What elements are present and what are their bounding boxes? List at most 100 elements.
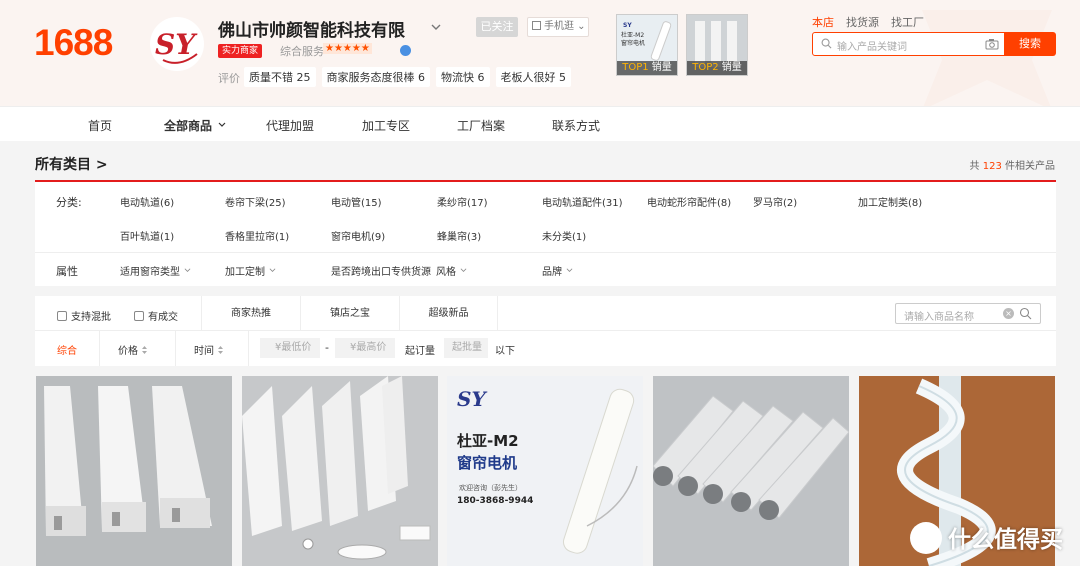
- divider: [35, 252, 1056, 253]
- search-scope-tabs: 本店 找货源 找工厂: [812, 14, 924, 30]
- chevron-down-icon[interactable]: [429, 20, 443, 34]
- ad-phone: 180-3868-9944: [457, 496, 533, 506]
- eval-chip: 老板人很好 5: [495, 67, 571, 87]
- site-logo[interactable]: 1688: [34, 22, 113, 64]
- watermark-icon: [910, 522, 942, 554]
- followed-button[interactable]: 已关注: [476, 17, 518, 37]
- top2-product-thumb[interactable]: TOP2 销量: [686, 14, 748, 76]
- min-price-input[interactable]: ¥最低价: [260, 338, 320, 358]
- mixed-batch-checkbox[interactable]: 支持混批: [57, 308, 111, 323]
- white-track-image: [36, 376, 232, 566]
- category-title[interactable]: 所有类目 >: [35, 154, 108, 174]
- verified-icon: [400, 45, 411, 56]
- moq-label: 起订量: [405, 346, 435, 357]
- mobile-browse-button[interactable]: 手机逛 ⌄: [527, 17, 589, 37]
- filter-category[interactable]: 电动轨道(6): [120, 194, 174, 209]
- attr-dropdown-style[interactable]: 风格: [436, 263, 467, 278]
- search-tab-sources[interactable]: 找货源: [846, 14, 879, 30]
- product-card[interactable]: SY 杜亚-M2 窗帘电机 欢迎咨询（彭先生） 180-3868-9944: [447, 376, 643, 566]
- nav-home[interactable]: 首页: [88, 117, 112, 134]
- nav-factory[interactable]: 工厂档案: [457, 117, 505, 134]
- nav-contact[interactable]: 联系方式: [552, 117, 600, 134]
- svg-text:窗帘电机: 窗帘电机: [621, 39, 645, 47]
- search-tab-this-shop[interactable]: 本店: [812, 14, 834, 30]
- attr-dropdown-custom[interactable]: 加工定制: [225, 263, 276, 278]
- filter-category[interactable]: 蜂巢帘(3): [437, 228, 481, 243]
- filter-category[interactable]: 百叶轨道(1): [120, 228, 174, 243]
- top1-product-thumb[interactable]: SY 杜亚-M2 窗帘电机 TOP1 销量: [616, 14, 678, 76]
- filter-category[interactable]: 柔纱帘(17): [437, 194, 488, 209]
- ad-logo: SY: [457, 387, 487, 411]
- chevron-down-icon: [269, 268, 276, 272]
- shop-logo[interactable]: SY: [149, 16, 205, 72]
- filter-category[interactable]: 电动轨道配件(31): [542, 194, 623, 209]
- aluminum-tubes-image: [653, 376, 849, 566]
- toolbar-row-sort: 综合 价格 时间 ¥最低价 - ¥最高价 起订量 起批量 以下: [35, 331, 1056, 366]
- filter-category[interactable]: 未分类(1): [542, 228, 586, 243]
- eval-chip: 商家服务态度很棒 6: [321, 67, 430, 87]
- sort-comprehensive[interactable]: 综合: [57, 342, 77, 357]
- top2-label: TOP2 销量: [687, 61, 747, 75]
- divider: [99, 331, 100, 366]
- tab-shop-treasure[interactable]: 镇店之宝: [300, 296, 399, 331]
- attr-dropdown-window-type[interactable]: 适用窗帘类型: [120, 263, 191, 278]
- filter-category[interactable]: 电动管(15): [331, 194, 382, 209]
- ad-title: 杜亚-M2: [457, 432, 519, 450]
- divider: [175, 331, 176, 366]
- attr-dropdown-cross-border[interactable]: 是否跨境出口专供货源: [331, 263, 431, 278]
- moq-input[interactable]: 起批量: [444, 338, 488, 358]
- product-count: 共 123 件相关产品: [969, 161, 1055, 172]
- sort-price[interactable]: 价格: [118, 342, 148, 357]
- search-icon: [821, 38, 832, 49]
- eval-chip: 物流快 6: [436, 67, 490, 87]
- shop-name[interactable]: 佛山市帅颜智能科技有限: [218, 16, 405, 41]
- filter-category[interactable]: 罗马帘(2): [753, 194, 797, 209]
- top1-label: TOP1 销量: [617, 61, 677, 75]
- toolbar-row-filters: 支持混批 有成交 商家热推 镇店之宝 超级新品 请输入商品名称 ×: [35, 296, 1056, 331]
- ad-subtitle: 窗帘电机: [457, 454, 517, 472]
- tab-super-new[interactable]: 超级新品: [399, 296, 498, 331]
- filter-category[interactable]: 卷帘下梁(25): [225, 194, 286, 209]
- sort-arrows-icon: [142, 346, 147, 354]
- below-label: 以下: [495, 346, 515, 357]
- sort-arrows-icon: [218, 346, 223, 354]
- evaluation-chips: 质量不错 25 商家服务态度很棒 6 物流快 6 老板人很好 5: [244, 67, 571, 87]
- qr-code-icon: [532, 21, 541, 30]
- filter-category[interactable]: 香格里拉帘(1): [225, 228, 289, 243]
- tab-merchant-hot[interactable]: 商家热推: [201, 296, 300, 331]
- filter-category[interactable]: 加工定制类(8): [858, 194, 922, 209]
- attr-dropdown-brand[interactable]: 品牌: [542, 263, 573, 278]
- max-price-input[interactable]: ¥最高价: [335, 338, 395, 358]
- ad-contact: 欢迎咨询（彭先生）: [459, 483, 522, 492]
- nav-processing[interactable]: 加工专区: [362, 117, 410, 134]
- product-card[interactable]: [36, 376, 232, 566]
- product-card[interactable]: [653, 376, 849, 566]
- track-with-accessories-image: [242, 376, 438, 566]
- clear-icon[interactable]: ×: [1003, 308, 1014, 319]
- shop-logo-letters: SY: [155, 28, 198, 61]
- sort-time[interactable]: 时间: [194, 342, 224, 357]
- product-toolbar: 支持混批 有成交 商家热推 镇店之宝 超级新品 请输入商品名称 × 综合 价格 …: [35, 296, 1056, 366]
- service-label: 综合服务: [280, 45, 324, 58]
- product-name-search[interactable]: 请输入商品名称 ×: [895, 303, 1041, 324]
- shop-nav: 首页 全部商品 代理加盟 加工专区 工厂档案 联系方式: [0, 106, 1080, 141]
- filter-category[interactable]: 电动蛇形帘配件(8): [647, 194, 731, 209]
- nav-all-products[interactable]: 全部商品: [164, 117, 226, 134]
- watermark-text: 什么值得买: [948, 527, 1063, 553]
- search-icon[interactable]: [1019, 307, 1032, 320]
- service-stars: ★★★★★: [323, 43, 372, 54]
- product-card[interactable]: [242, 376, 438, 566]
- search-button[interactable]: 搜索: [1004, 32, 1056, 56]
- attribute-label: 属性: [56, 265, 78, 278]
- eval-chip: 质量不错 25: [244, 67, 316, 87]
- camera-icon[interactable]: [985, 38, 999, 50]
- has-deals-checkbox[interactable]: 有成交: [134, 308, 178, 323]
- search-placeholder: 输入产品关键词: [837, 42, 907, 53]
- search-input[interactable]: 输入产品关键词: [812, 32, 1006, 56]
- filter-category[interactable]: 窗帘电机(9): [331, 228, 385, 243]
- chevron-down-icon: [184, 268, 191, 272]
- nav-agent[interactable]: 代理加盟: [266, 117, 314, 134]
- chevron-down-icon: [566, 268, 573, 272]
- svg-text:杜亚-M2: 杜亚-M2: [621, 31, 644, 39]
- search-tab-factories[interactable]: 找工厂: [891, 14, 924, 30]
